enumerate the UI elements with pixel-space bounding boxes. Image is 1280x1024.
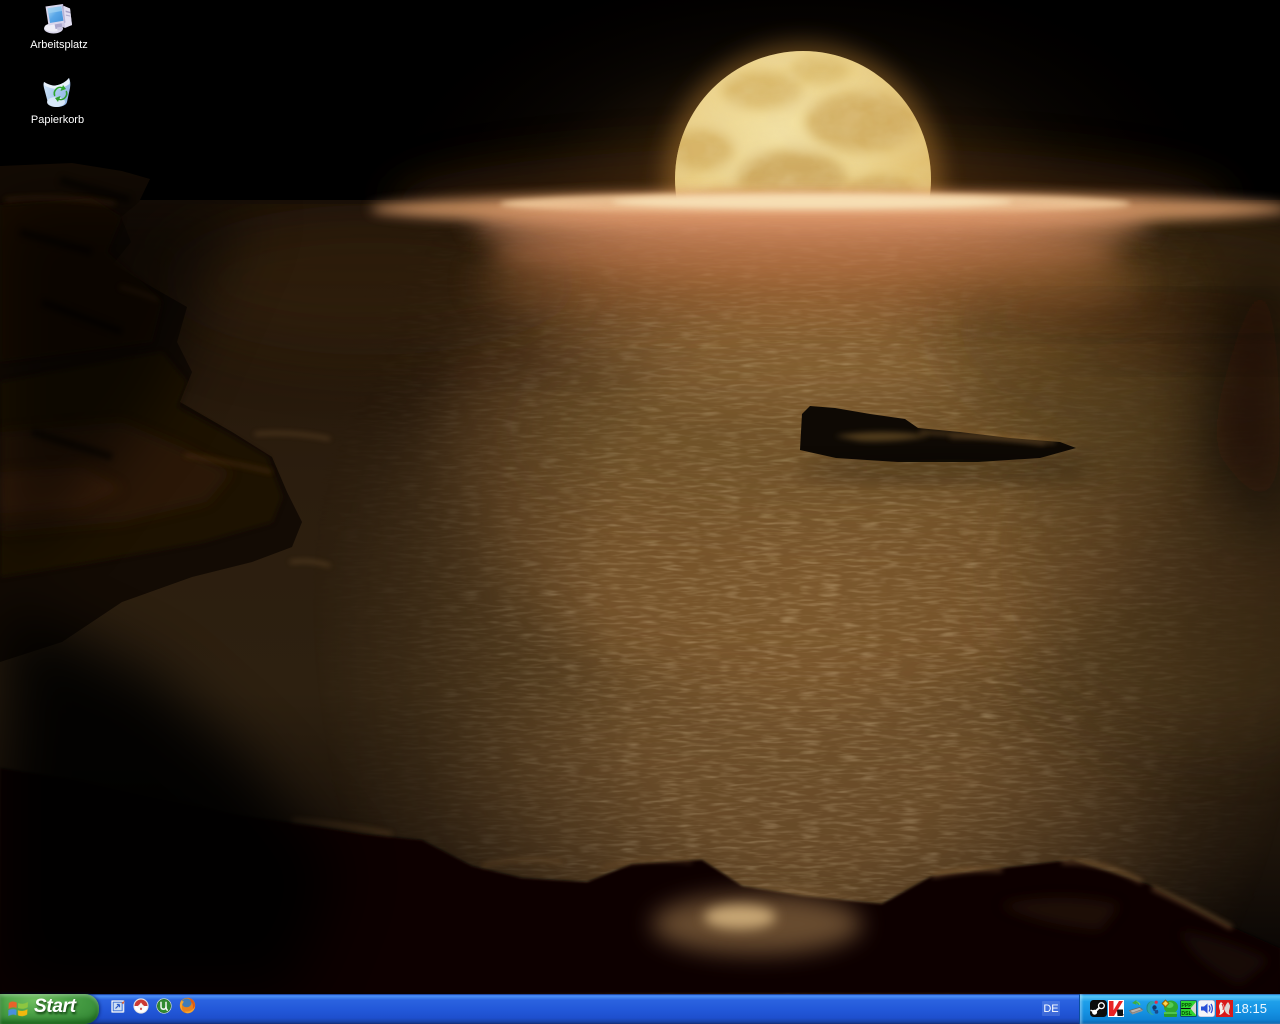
svg-text:DSL: DSL: [1181, 1011, 1192, 1017]
svg-text:PPP: PPP: [1181, 1003, 1192, 1009]
